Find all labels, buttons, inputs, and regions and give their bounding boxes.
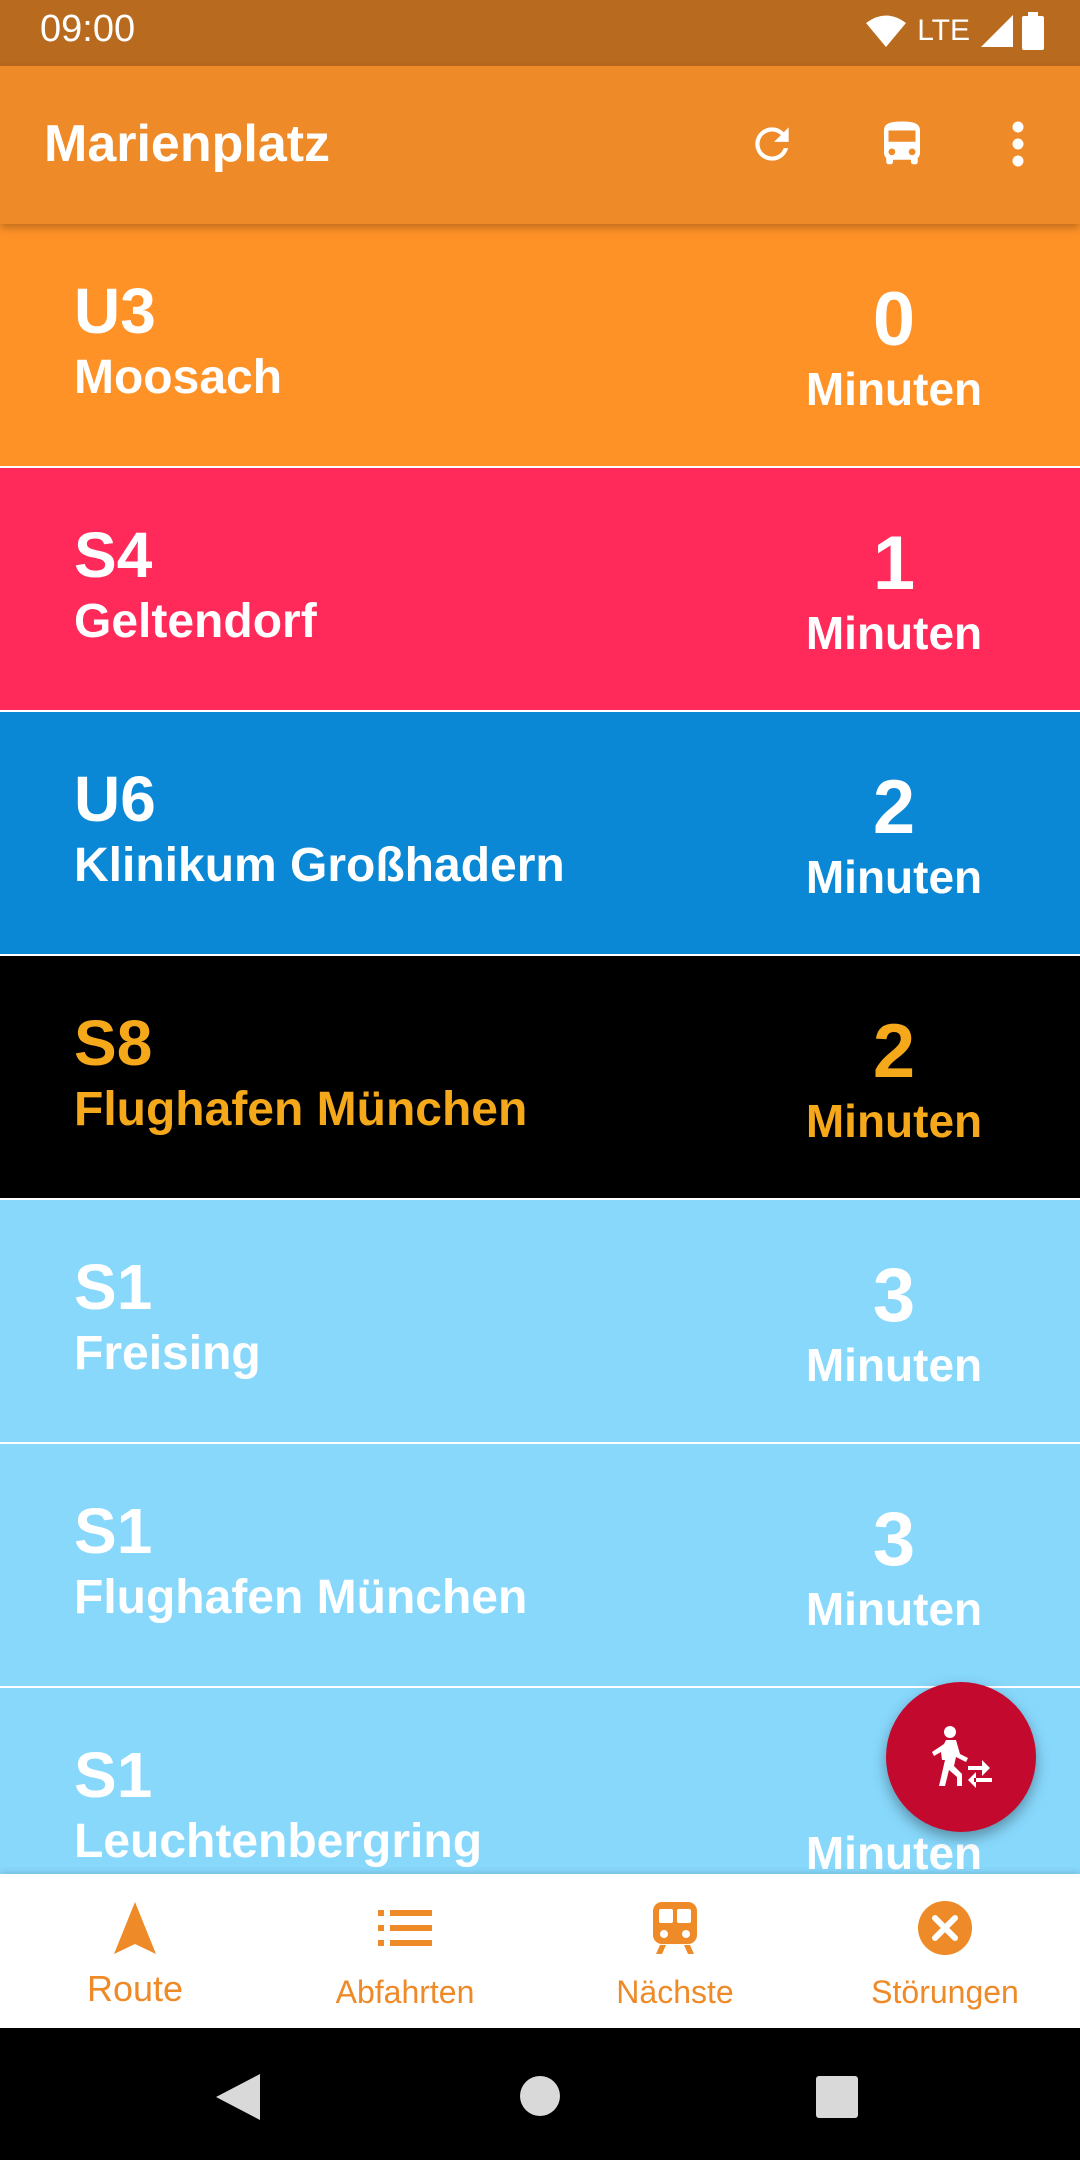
destination-label: Flughafen München <box>74 1083 528 1136</box>
minutes-unit: Minuten <box>805 607 983 659</box>
departure-row[interactable]: S4 Geltendorf 1 Minuten <box>0 468 1080 710</box>
destination-label: Freising <box>74 1327 261 1380</box>
more-vert-icon <box>1012 121 1024 167</box>
minutes-value: 2 <box>872 765 916 850</box>
destination-label: Geltendorf <box>74 595 317 648</box>
nav-label-naechste: Nächste <box>616 1974 734 2010</box>
departure-list: U3 Moosach 0 Minuten S4 Geltendorf 1 Min… <box>0 224 1080 1874</box>
line-label: U3 <box>74 275 156 347</box>
departure-row[interactable]: S1 Freising 3 Minuten <box>0 1200 1080 1442</box>
refresh-icon <box>755 127 789 161</box>
destination-label: Moosach <box>74 351 283 404</box>
destination-label: Leuchtenbergring <box>74 1815 483 1868</box>
network-type: LTE <box>917 14 970 47</box>
list-icon <box>378 1910 432 1946</box>
status-bar: 09:00 LTE <box>0 0 1080 66</box>
train-icon <box>653 1902 697 1954</box>
minutes-value: 2 <box>872 1009 916 1094</box>
battery-icon <box>1022 12 1044 50</box>
wifi-icon <box>866 15 907 47</box>
minutes-unit: Minuten <box>805 851 983 903</box>
departure-row[interactable]: S8 Flughafen München 2 Minuten <box>0 956 1080 1198</box>
cell-signal-icon <box>981 15 1013 47</box>
overflow-menu-button[interactable] <box>986 112 1050 176</box>
system-navigation-bar <box>0 2028 1080 2160</box>
nav-item-naechste[interactable]: Nächste <box>540 1874 810 2028</box>
minutes-unit: Minuten <box>805 1339 983 1391</box>
departure-row[interactable]: U6 Klinikum Großhadern 2 Minuten <box>0 712 1080 954</box>
minutes-unit: Minuten <box>805 1827 983 1874</box>
line-label: S8 <box>74 1007 153 1079</box>
nav-item-stoerungen[interactable]: Störungen <box>810 1874 1080 2028</box>
back-icon[interactable] <box>216 2074 260 2120</box>
recents-icon[interactable] <box>816 2076 858 2118</box>
bus-button[interactable] <box>870 112 934 176</box>
minutes-unit: Minuten <box>805 363 983 415</box>
departure-row[interactable]: U3 Moosach 0 Minuten <box>0 224 1080 466</box>
bottom-navigation: Route Abfahrten Nächste Störungen <box>0 1874 1080 2028</box>
departure-row[interactable]: S1 Flughafen München 3 Minuten <box>0 1444 1080 1686</box>
app-bar: Marienplatz <box>0 66 1080 224</box>
line-label: U6 <box>74 763 156 835</box>
destination-label: Klinikum Großhadern <box>74 839 565 892</box>
line-label: S1 <box>74 1251 153 1323</box>
transfer-fab[interactable] <box>886 1682 1036 1832</box>
nav-item-route[interactable]: Route <box>0 1874 270 2028</box>
minutes-value: 1 <box>872 521 916 606</box>
minutes-unit: Minuten <box>805 1583 983 1635</box>
minutes-unit: Minuten <box>805 1095 983 1147</box>
minutes-value: 0 <box>872 277 916 362</box>
nav-label-route: Route <box>86 1968 184 2009</box>
status-time: 09:00 <box>40 8 136 50</box>
line-label: S4 <box>74 519 153 591</box>
nav-item-abfahrten[interactable]: Abfahrten <box>270 1874 540 2028</box>
navigation-arrow-icon <box>114 1902 156 1954</box>
cancel-circle-icon <box>918 1901 972 1955</box>
destination-label: Flughafen München <box>74 1571 528 1624</box>
minutes-value: 3 <box>872 1497 916 1582</box>
page-title: Marienplatz <box>44 115 331 173</box>
bus-icon <box>884 121 920 165</box>
line-label: S1 <box>74 1739 153 1811</box>
home-icon[interactable] <box>520 2076 560 2116</box>
transfer-walk-icon <box>932 1726 992 1788</box>
nav-label-abfahrten: Abfahrten <box>335 1974 475 2010</box>
nav-label-stoerungen: Störungen <box>871 1974 1019 2010</box>
minutes-value: 3 <box>872 1253 916 1338</box>
status-icons: LTE <box>865 12 1044 50</box>
refresh-button[interactable] <box>740 112 804 176</box>
line-label: S1 <box>74 1495 153 1567</box>
